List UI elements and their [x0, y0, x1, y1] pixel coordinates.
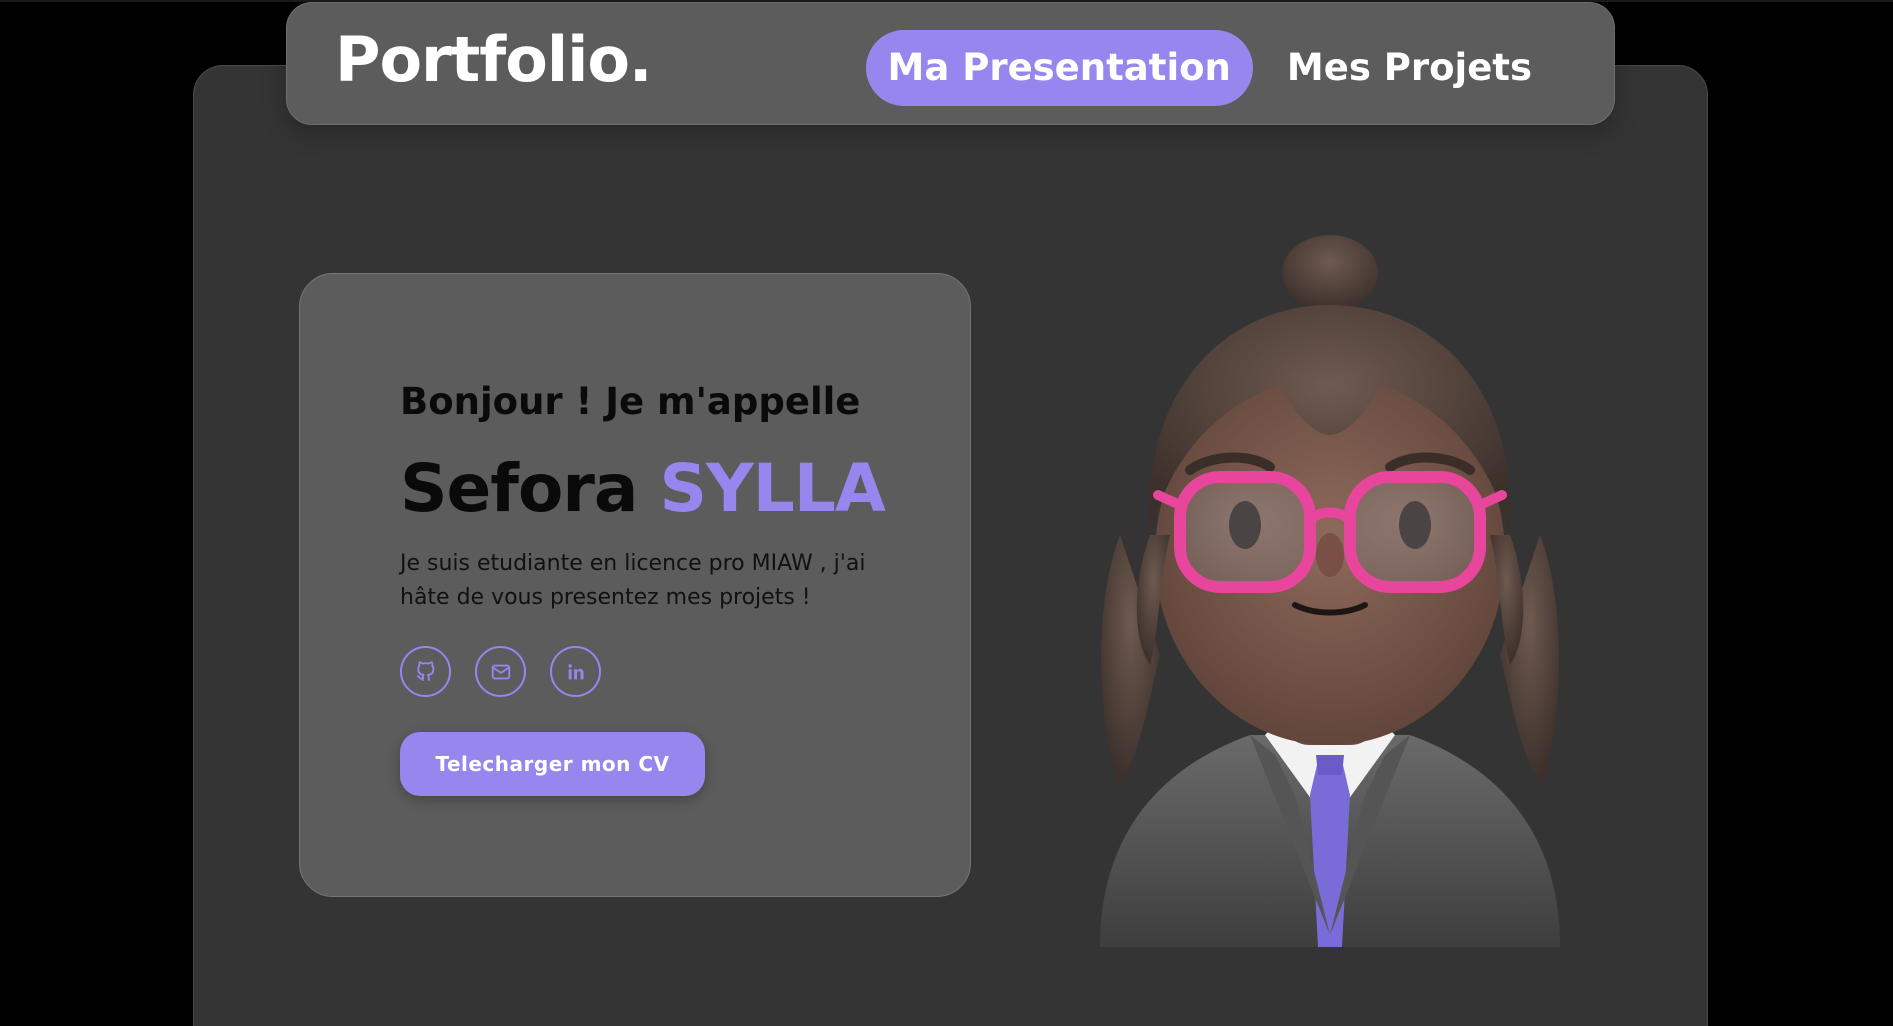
mail-link[interactable] [475, 646, 526, 697]
mail-icon [491, 664, 510, 679]
social-links [400, 646, 601, 697]
page: Portfolio. Ma Presentation Mes Projets B… [0, 0, 1893, 1026]
github-link[interactable] [400, 646, 451, 697]
full-name: Sefora SYLLA [400, 450, 886, 527]
memoji-avatar [1100, 235, 1560, 947]
greeting-text: Bonjour ! Je m'appelle [400, 380, 861, 423]
intro-card: Bonjour ! Je m'appelle Sefora SYLLA Je s… [299, 273, 971, 897]
first-name: Sefora [400, 450, 638, 527]
nav-ma-presentation[interactable]: Ma Presentation [865, 30, 1253, 106]
linkedin-link[interactable] [550, 646, 601, 697]
nav-mes-projets[interactable]: Mes Projets [1265, 30, 1554, 106]
github-icon [416, 660, 434, 681]
download-cv-button[interactable]: Telecharger mon CV [400, 732, 705, 796]
site-logo[interactable]: Portfolio. [335, 29, 652, 91]
main-nav: Ma Presentation Mes Projets [865, 30, 1554, 106]
linkedin-icon [567, 663, 584, 679]
intro-description: Je suis etudiante en licence pro MIAW , … [400, 551, 866, 610]
last-name: SYLLA [659, 450, 886, 527]
header-bar: Portfolio. Ma Presentation Mes Projets [286, 2, 1615, 125]
